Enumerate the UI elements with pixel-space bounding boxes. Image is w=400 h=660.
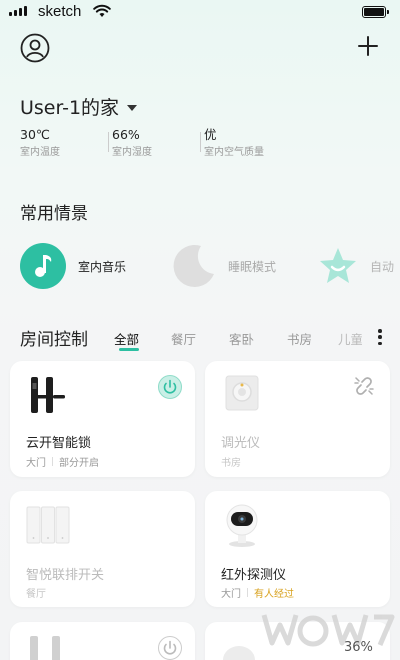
tab-kids-room[interactable]: 儿童 bbox=[338, 329, 362, 348]
home-selector[interactable]: User-1的家 bbox=[20, 93, 138, 120]
stat-label: 室内空气质量 bbox=[204, 147, 264, 158]
divider bbox=[200, 132, 201, 152]
scene-label: 室内音乐 bbox=[78, 259, 127, 274]
more-options-icon[interactable] bbox=[378, 329, 382, 345]
scene-music[interactable]: 室内音乐 bbox=[20, 240, 126, 292]
stat-temperature: 30℃ 室内温度 bbox=[20, 127, 112, 159]
device-card-ir-detector[interactable]: 红外探测仪 大门 有人经过 bbox=[205, 491, 390, 607]
device-name: 红外探测仪 bbox=[221, 568, 287, 583]
tab-dining[interactable]: 餐厅 bbox=[171, 329, 196, 348]
status-bar: sketch bbox=[0, 0, 400, 24]
scene-sleep[interactable]: 睡眠模式 bbox=[168, 240, 276, 292]
device-card-partial[interactable] bbox=[10, 622, 195, 660]
device-name: 调光仪 bbox=[221, 436, 261, 451]
device-name: 智悦联排开关 bbox=[26, 568, 105, 583]
stat-label: 室内温度 bbox=[20, 147, 60, 158]
add-icon[interactable] bbox=[355, 33, 381, 59]
tab-all[interactable]: 全部 bbox=[114, 329, 139, 348]
device-meta: 大门 有人经过 bbox=[221, 585, 294, 600]
divider bbox=[247, 588, 248, 597]
switch-panel-icon bbox=[26, 506, 70, 544]
stat-humidity: 66% 室内湿度 bbox=[108, 127, 204, 159]
stat-label: 室内湿度 bbox=[112, 147, 152, 158]
smart-lock-icon bbox=[31, 377, 65, 413]
device-name: 云开智能锁 bbox=[26, 436, 92, 451]
device-icon bbox=[223, 646, 255, 660]
signal-icon bbox=[9, 6, 27, 16]
device-card-smart-lock[interactable]: 云开智能锁 大门 部分开启 bbox=[10, 361, 195, 477]
tab-guest-bedroom[interactable]: 客卧 bbox=[229, 329, 254, 348]
device-meta: 大门 部分开启 bbox=[26, 454, 99, 469]
wifi-icon bbox=[93, 4, 111, 17]
scene-auto[interactable]: 自动 bbox=[318, 240, 394, 292]
device-meta: 餐厅 bbox=[26, 585, 46, 600]
room-control-header: 房间控制 全部 餐厅 客卧 书房 儿童 bbox=[20, 325, 390, 353]
device-status: 有人经过 bbox=[254, 589, 294, 600]
scenes-section-title: 常用情景 bbox=[20, 204, 88, 224]
unlink-icon[interactable] bbox=[353, 375, 375, 397]
stat-value: 优 bbox=[204, 127, 217, 142]
active-tab-indicator bbox=[119, 348, 139, 351]
star-face-icon bbox=[320, 248, 356, 283]
music-note-icon bbox=[20, 243, 66, 289]
device-room: 大门 bbox=[221, 589, 241, 600]
scene-label: 自动 bbox=[370, 259, 395, 274]
device-card-switch[interactable]: 智悦联排开关 餐厅 bbox=[10, 491, 195, 607]
stat-value: 66% bbox=[112, 127, 140, 142]
device-room: 大门 bbox=[26, 458, 46, 469]
device-room: 餐厅 bbox=[26, 589, 46, 600]
tab-study[interactable]: 书房 bbox=[287, 329, 312, 348]
device-room: 书房 bbox=[221, 458, 241, 469]
divider bbox=[52, 457, 53, 466]
moon-icon bbox=[173, 244, 214, 287]
bottom-percent: 36% bbox=[344, 640, 373, 655]
divider bbox=[108, 132, 109, 152]
stat-air-quality: 优 室内空气质量 bbox=[200, 127, 296, 159]
watermark-logo bbox=[261, 614, 395, 647]
scene-label: 睡眠模式 bbox=[228, 259, 277, 274]
room-control-title: 房间控制 bbox=[20, 330, 88, 350]
device-meta: 书房 bbox=[221, 454, 241, 469]
device-card-dimmer[interactable]: 调光仪 书房 bbox=[205, 361, 390, 477]
device-icon bbox=[30, 636, 60, 660]
stat-value: 30℃ bbox=[20, 127, 50, 142]
power-icon bbox=[163, 640, 177, 655]
home-title: User-1的家 bbox=[20, 97, 120, 119]
environment-stats: 30℃ 室内温度 66% 室内湿度 优 室内空气质量 bbox=[20, 127, 296, 159]
power-icon bbox=[163, 379, 177, 394]
user-avatar-icon[interactable] bbox=[20, 33, 50, 63]
caret-down-icon bbox=[127, 104, 138, 111]
battery-icon bbox=[362, 6, 389, 18]
scenes-row: 室内音乐 睡眠模式 自动 bbox=[0, 240, 400, 295]
power-toggle[interactable] bbox=[158, 636, 182, 660]
carrier-name: sketch bbox=[38, 3, 82, 20]
device-status: 部分开启 bbox=[59, 458, 99, 469]
dimmer-icon bbox=[225, 375, 259, 411]
camera-icon bbox=[226, 504, 258, 547]
power-toggle[interactable] bbox=[158, 375, 182, 399]
